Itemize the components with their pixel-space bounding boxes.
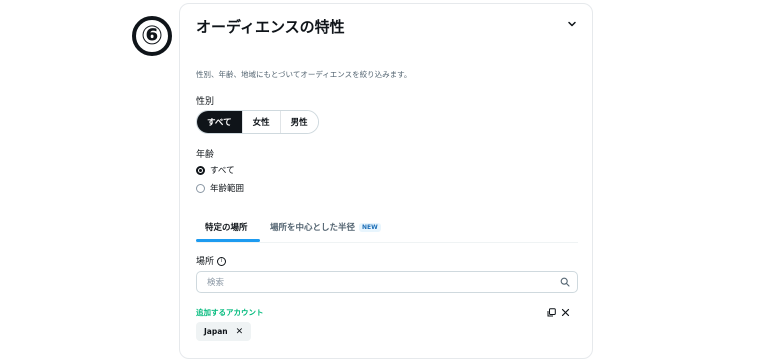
location-search-box xyxy=(196,271,578,294)
section-title: オーディエンスの特性 xyxy=(196,18,345,36)
location-label: 場所 xyxy=(196,257,215,267)
info-icon[interactable]: i xyxy=(217,257,227,266)
tab-radius-location[interactable]: 場所を中心とした半径 NEW xyxy=(270,221,381,233)
radio-unselected-icon[interactable] xyxy=(196,183,205,193)
close-icon[interactable] xyxy=(561,308,570,317)
search-icon[interactable] xyxy=(560,277,570,287)
location-chip: Japan ✕ xyxy=(196,322,252,341)
remove-chip-icon[interactable]: ✕ xyxy=(236,327,244,337)
added-accounts-label: 追加するアカウント xyxy=(196,308,264,317)
tab-specific-location[interactable]: 特定の場所 xyxy=(205,221,248,233)
location-search-input[interactable] xyxy=(205,272,549,294)
location-tabs: 特定の場所 場所を中心とした半径 NEW xyxy=(196,216,578,243)
age-radio-all-label: すべて xyxy=(210,166,235,176)
gender-option-male[interactable]: 男性 xyxy=(280,111,318,133)
copy-icon[interactable] xyxy=(547,308,556,317)
location-label-row: 場所 i xyxy=(196,254,227,267)
gender-segmented-control: すべて 女性 男性 xyxy=(196,110,319,134)
tab-radius-label: 場所を中心とした半径 xyxy=(270,223,356,233)
section-description: 性別、年齢、地域にもとづいてオーディエンスを絞り込みます。 xyxy=(196,70,412,79)
radio-selected-icon[interactable] xyxy=(196,165,205,175)
age-radio-range-label: 年齢範囲 xyxy=(210,184,245,194)
audience-characteristics-panel: オーディエンスの特性 性別、年齢、地域にもとづいてオーディエンスを絞り込みます。… xyxy=(179,3,593,359)
step-marker: ⑥ xyxy=(132,16,172,56)
location-chip-label: Japan xyxy=(204,327,228,336)
gender-option-female[interactable]: 女性 xyxy=(242,111,281,133)
active-tab-indicator xyxy=(196,239,260,242)
new-badge: NEW xyxy=(359,223,381,232)
gender-label: 性別 xyxy=(196,97,215,107)
gender-option-all[interactable]: すべて xyxy=(197,111,243,133)
age-radio-all[interactable]: すべて xyxy=(196,164,235,176)
age-label: 年齢 xyxy=(196,150,215,160)
age-radio-range[interactable]: 年齢範囲 xyxy=(196,182,244,194)
chevron-down-icon[interactable] xyxy=(566,18,578,30)
